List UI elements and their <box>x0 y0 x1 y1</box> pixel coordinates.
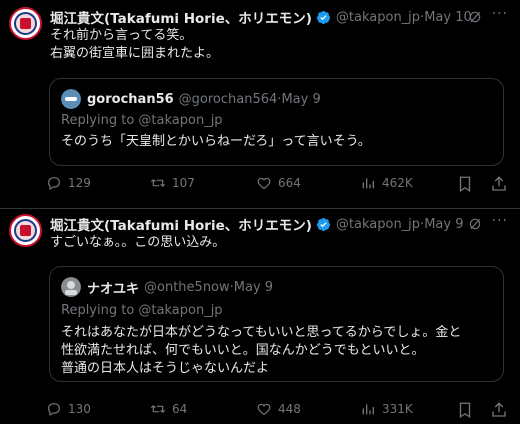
quoted-tweet[interactable]: ナオユキ @onthe5now · May 9 Replying to @tak… <box>49 266 504 382</box>
view-count: 331K <box>382 402 413 416</box>
like-count: 448 <box>278 402 301 416</box>
quoted-replying-to: Replying to @takapon_jp <box>61 113 223 128</box>
quoted-tweet-date: May 9 <box>281 91 321 107</box>
tweet-actions: 129 107 664 462K <box>46 175 510 195</box>
views-button[interactable]: 462K <box>360 175 413 191</box>
reply-icon <box>48 177 60 191</box>
tweet[interactable]: 堀江貴文(Takafumi Horie、ホリエモン) @takapon_jp ·… <box>0 208 520 424</box>
share-icon[interactable] <box>490 175 508 193</box>
quoted-author-avatar <box>61 89 81 109</box>
repost-count: 107 <box>172 176 195 190</box>
repost-button[interactable]: 107 <box>150 175 195 191</box>
tweet-actions: 130 64 448 331K <box>46 401 510 421</box>
author-avatar[interactable] <box>9 7 42 40</box>
tweet-header: 堀江貴文(Takafumi Horie、ホリエモン) @takapon_jp ·… <box>50 214 510 235</box>
reply-button[interactable]: 129 <box>46 175 91 191</box>
tweet-date[interactable]: May 9 <box>424 217 463 232</box>
repost-button[interactable]: 64 <box>150 401 187 417</box>
reply-icon <box>48 403 60 417</box>
verified-badge-icon <box>316 217 330 231</box>
reply-count: 129 <box>68 176 91 190</box>
more-icon[interactable]: ··· <box>492 6 508 22</box>
author-name[interactable]: 堀江貴文(Takafumi Horie、ホリエモン) <box>50 214 312 234</box>
repost-icon <box>150 405 166 413</box>
views-icon <box>362 178 374 189</box>
tweet-date[interactable]: May 10 <box>424 10 472 25</box>
quoted-tweet-text: それはあなたが日本がどうなってもいいと思ってるからでしょ。金と 性欲満たせれば、… <box>61 325 462 376</box>
tweet-text: それ前から言ってる笑。 右翼の街宣車に囲まれたよ。 <box>50 28 220 61</box>
author-avatar[interactable] <box>9 214 42 247</box>
grok-icon[interactable] <box>468 10 482 24</box>
author-handle[interactable]: @takapon_jp <box>336 217 420 232</box>
quoted-author-avatar <box>61 277 81 297</box>
quoted-replying-to: Replying to @takapon_jp <box>61 303 223 318</box>
view-count: 462K <box>382 176 413 190</box>
quoted-author-name: gorochan56 <box>87 91 174 107</box>
quoted-tweet-text: そのうち「天皇制とかいらねーだろ」って言いそう。 <box>61 134 371 149</box>
tweet-text: すごいなぁ。。この思い込み。 <box>50 235 226 250</box>
more-icon[interactable]: ··· <box>492 213 508 229</box>
tweet-header: 堀江貴文(Takafumi Horie、ホリエモン) @takapon_jp ·… <box>50 7 510 28</box>
verified-badge-icon <box>316 10 330 24</box>
quoted-author-name: ナオユキ <box>87 281 140 297</box>
quoted-author-handle: @onthe5now <box>144 279 230 295</box>
grok-icon[interactable] <box>468 217 482 231</box>
views-button[interactable]: 331K <box>360 401 413 417</box>
like-icon <box>257 403 271 416</box>
like-count: 664 <box>278 176 301 190</box>
quoted-tweet-date: May 9 <box>233 279 274 295</box>
repost-count: 64 <box>172 402 188 416</box>
views-icon <box>362 404 374 415</box>
like-icon <box>257 177 271 190</box>
bookmark-icon[interactable] <box>456 175 474 193</box>
author-handle[interactable]: @takapon_jp <box>336 10 420 25</box>
quoted-author-handle: @gorochan564 <box>178 91 278 107</box>
bookmark-icon[interactable] <box>456 401 474 419</box>
like-button[interactable]: 664 <box>256 175 301 191</box>
repost-icon <box>150 179 166 187</box>
share-icon[interactable] <box>490 401 508 419</box>
tweet[interactable]: 堀江貴文(Takafumi Horie、ホリエモン) @takapon_jp ·… <box>0 0 520 208</box>
like-button[interactable]: 448 <box>256 401 301 417</box>
quoted-tweet[interactable]: gorochan56 @gorochan564 · May 9 Replying… <box>49 78 504 166</box>
quoted-tweet-header: ナオユキ @onthe5now · May 9 <box>61 277 273 297</box>
author-name[interactable]: 堀江貴文(Takafumi Horie、ホリエモン) <box>50 7 312 27</box>
reply-count: 130 <box>68 402 91 416</box>
reply-button[interactable]: 130 <box>46 401 91 417</box>
quoted-tweet-header: gorochan56 @gorochan564 · May 9 <box>61 89 321 109</box>
